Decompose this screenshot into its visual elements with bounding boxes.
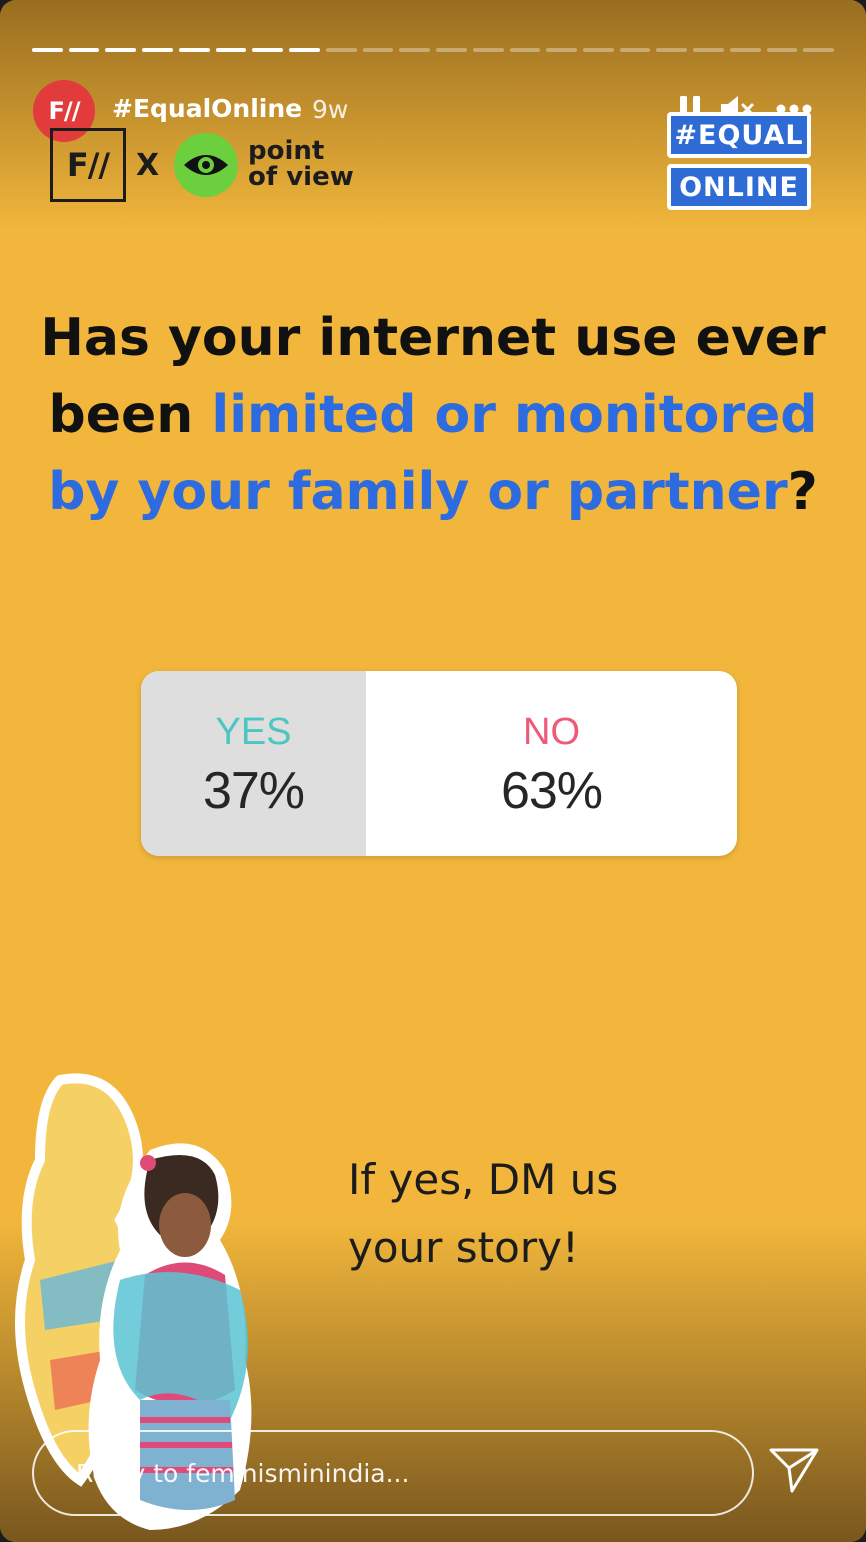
progress-segment bbox=[325, 48, 357, 52]
collab-x: X bbox=[136, 148, 160, 183]
progress-segment bbox=[583, 48, 614, 52]
poll-option-label: YES bbox=[215, 711, 292, 753]
progress-segment bbox=[729, 48, 761, 52]
progress-segment bbox=[215, 48, 247, 52]
poll-option-percent: 63% bbox=[500, 762, 603, 820]
progress-segment bbox=[472, 48, 504, 52]
progress-segment bbox=[693, 48, 724, 52]
equal-online-badge: #EQUAL ONLINE bbox=[667, 112, 811, 214]
progress-segment bbox=[399, 48, 431, 52]
progress-segment bbox=[766, 48, 798, 52]
fii-logo-text: F// bbox=[66, 146, 110, 184]
progress-segment bbox=[803, 48, 835, 52]
progress-segment bbox=[362, 48, 394, 52]
poll-results: YES 37% NO 63% bbox=[141, 671, 737, 856]
progress-segment bbox=[252, 48, 284, 52]
progress-segment bbox=[68, 48, 100, 52]
fii-logo: F// bbox=[50, 128, 126, 202]
reply-input[interactable]: Reply to feminisminindia... bbox=[32, 1430, 754, 1516]
poll-option-yes[interactable]: YES 37% bbox=[141, 671, 366, 856]
progress-segment bbox=[142, 48, 173, 52]
avatar-text: F// bbox=[48, 97, 81, 125]
cta-line-2: your story! bbox=[348, 1223, 579, 1272]
poll-option-no[interactable]: NO 63% bbox=[366, 671, 737, 856]
send-icon[interactable] bbox=[768, 1446, 820, 1494]
progress-segment bbox=[105, 48, 137, 52]
eye-icon bbox=[174, 133, 238, 197]
cta-line-1: If yes, DM us bbox=[348, 1155, 619, 1204]
badge-line-2: ONLINE bbox=[667, 164, 811, 210]
point-of-view-logo-text: point of view bbox=[248, 136, 354, 192]
reply-placeholder: Reply to feminisminindia... bbox=[76, 1459, 410, 1488]
progress-segment bbox=[656, 48, 688, 52]
question-part-2: ? bbox=[787, 462, 818, 522]
progress-segment bbox=[289, 48, 320, 52]
story-canvas[interactable]: F// #EqualOnline 9w F// X point of view … bbox=[0, 0, 866, 1542]
progress-segment bbox=[436, 48, 467, 52]
badge-line-1: #EQUAL bbox=[667, 112, 811, 158]
poll-option-label: NO bbox=[523, 711, 580, 753]
progress-segment bbox=[32, 48, 63, 52]
call-to-action: If yes, DM us your story! bbox=[348, 1146, 708, 1282]
progress-segment bbox=[509, 48, 541, 52]
story-progress-bar bbox=[32, 48, 835, 53]
progress-segment bbox=[178, 48, 210, 52]
poll-question: Has your internet use ever been limited … bbox=[40, 300, 826, 531]
post-age: 9w bbox=[312, 95, 349, 124]
progress-segment bbox=[546, 48, 578, 52]
progress-segment bbox=[619, 48, 651, 52]
account-name[interactable]: #EqualOnline bbox=[112, 94, 302, 123]
poll-option-percent: 37% bbox=[202, 762, 305, 820]
